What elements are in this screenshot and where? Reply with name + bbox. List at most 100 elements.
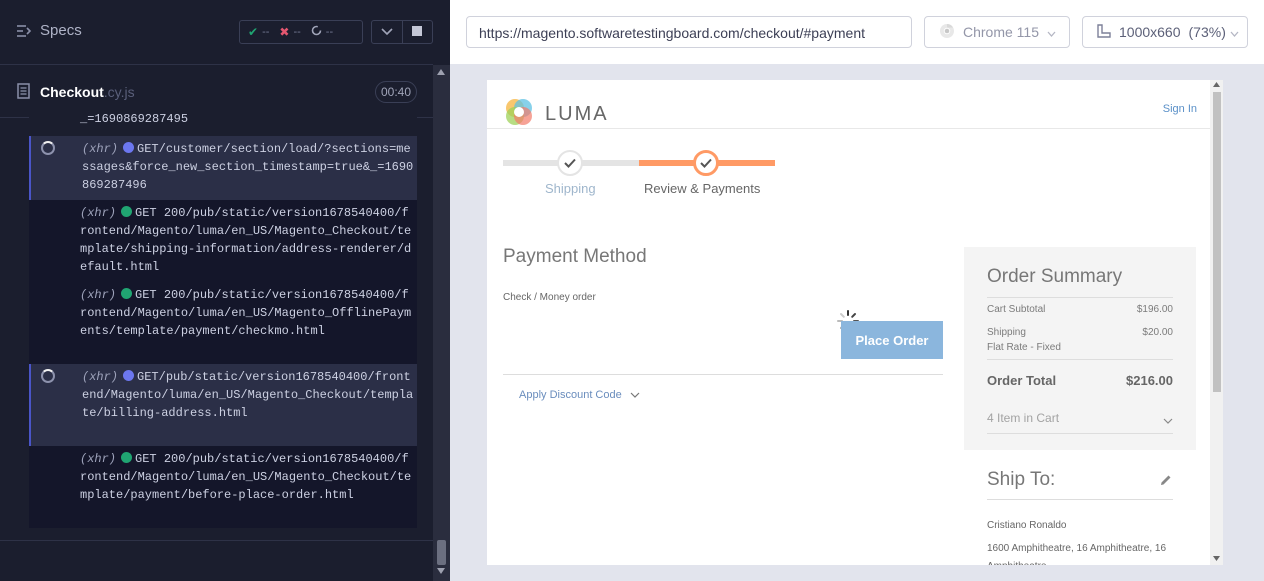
place-order-button[interactable]: Place Order xyxy=(841,321,943,359)
checkout-progress: Shipping Review & Payments xyxy=(503,148,783,198)
cart-subtotal-value: $196.00 xyxy=(1136,304,1173,315)
aut-scroll-thumb[interactable] xyxy=(1213,92,1221,392)
check-icon: ✔ xyxy=(248,25,259,39)
url-bar[interactable]: https://magento.softwaretestingboard.com… xyxy=(466,16,912,48)
failed-stat: ✖ -- xyxy=(279,25,300,39)
pending-stat: -- xyxy=(311,25,333,39)
viewport-label: 1000x660 xyxy=(1119,24,1181,40)
command-log: _=1690869287495 (xhr) GET/customer/sectio… xyxy=(29,110,417,528)
command-row[interactable]: (xhr) GET 200/pub/static/version167854040… xyxy=(29,446,417,528)
step-review-label: Review & Payments xyxy=(644,181,761,196)
step-shipping-label[interactable]: Shipping xyxy=(545,181,596,196)
summary-divider xyxy=(987,359,1173,360)
shipping-row: Shipping $20.00 xyxy=(987,327,1173,338)
browser-selector[interactable]: Chrome 115 xyxy=(924,16,1070,48)
log-fragment: _=1690869287495 xyxy=(80,112,189,126)
command-method: GET xyxy=(137,142,159,156)
payment-divider xyxy=(503,374,943,375)
command-text: (xhr) GET 200/pub/static/version167854040… xyxy=(80,204,415,276)
reporter-scroll-thumb[interactable] xyxy=(437,540,446,565)
step-review-marker xyxy=(693,150,719,176)
aut-iframe: LUMA Sign In Shipping Review & Payments … xyxy=(487,80,1223,565)
scroll-down-icon[interactable] xyxy=(437,568,445,574)
ship-to-divider xyxy=(987,499,1173,500)
chevron-down-icon xyxy=(1047,24,1056,40)
command-method: GET 200 xyxy=(135,452,186,466)
command-row[interactable]: (xhr) GET 200/pub/static/version167854040… xyxy=(29,200,417,282)
scroll-up-icon[interactable] xyxy=(1213,82,1220,87)
stop-button[interactable] xyxy=(401,21,432,43)
command-row[interactable]: (xhr) GET/customer/section/load/?sections… xyxy=(29,136,417,200)
app-under-test: https://magento.softwaretestingboard.com… xyxy=(450,0,1264,581)
x-icon: ✖ xyxy=(279,25,290,39)
summary-divider xyxy=(987,297,1173,298)
failed-count: -- xyxy=(293,26,301,38)
cart-subtotal-label: Cart Subtotal xyxy=(987,304,1046,315)
payment-method-title: Payment Method xyxy=(503,246,647,267)
shipping-method: Flat Rate - Fixed xyxy=(987,342,1061,353)
luma-logo-text: LUMA xyxy=(545,103,609,125)
command-row[interactable]: (xhr) GET/pub/static/version1678540400/fr… xyxy=(29,364,417,446)
ruler-icon xyxy=(1097,23,1111,41)
payment-option-label[interactable]: Check / Money order xyxy=(503,292,596,303)
shipping-label: Shipping xyxy=(987,327,1026,338)
command-url: /pub/static/version1678540400/frontend/M… xyxy=(80,206,412,274)
chevron-down-icon xyxy=(1163,413,1173,427)
order-total-row: Order Total $216.00 xyxy=(987,373,1173,388)
specs-button[interactable]: Specs xyxy=(16,22,82,39)
apply-discount-toggle[interactable]: Apply Discount Code xyxy=(519,389,640,401)
viewport-selector[interactable]: 1000x660 (73%) xyxy=(1082,16,1248,48)
shipping-method-row: Flat Rate - Fixed xyxy=(987,342,1173,353)
pencil-edit-icon[interactable] xyxy=(1160,473,1172,491)
command-method: GET xyxy=(137,370,159,384)
reporter-scrollbar[interactable] xyxy=(433,65,450,581)
cypress-reporter: Specs ✔ -- ✖ -- -- Checkout.cy.js 00:40 … xyxy=(0,0,450,581)
specs-list-icon xyxy=(16,24,32,38)
aut-scrollbar[interactable] xyxy=(1210,80,1223,565)
order-summary-title: Order Summary xyxy=(987,266,1123,287)
command-text: (xhr) GET/pub/static/version1678540400/fr… xyxy=(82,368,417,422)
ship-to-title: Ship To: xyxy=(987,469,1056,490)
run-controls xyxy=(371,20,433,44)
chevron-down-icon xyxy=(630,389,640,401)
command-text: (xhr) GET 200/pub/static/version167854040… xyxy=(80,286,415,340)
order-summary: Order Summary Cart Subtotal $196.00 Ship… xyxy=(964,247,1196,450)
items-in-cart-label: 4 Item in Cart xyxy=(987,411,1060,425)
sign-in-link[interactable]: Sign In xyxy=(1163,103,1197,115)
discount-label: Apply Discount Code xyxy=(519,389,622,401)
pending-count: -- xyxy=(325,26,334,38)
check-icon xyxy=(700,158,712,168)
browser-label: Chrome 115 xyxy=(963,24,1040,40)
status-dot-icon xyxy=(121,452,133,463)
status-dot-icon xyxy=(121,206,133,217)
file-icon xyxy=(17,83,30,104)
collapse-button[interactable] xyxy=(372,21,402,43)
stop-icon xyxy=(412,23,423,41)
spec-extension: .cy.js xyxy=(103,84,135,100)
status-dot-icon xyxy=(123,142,135,153)
step-shipping-marker xyxy=(557,150,583,176)
status-dot-icon xyxy=(121,288,133,299)
chevron-down-icon xyxy=(1230,24,1239,40)
order-total-label: Order Total xyxy=(987,373,1057,388)
chevron-down-icon xyxy=(381,23,393,41)
scroll-up-icon[interactable] xyxy=(437,69,445,75)
scroll-down-icon[interactable] xyxy=(1213,556,1220,561)
items-in-cart-toggle[interactable]: 4 Item in Cart xyxy=(987,411,1173,425)
spec-name: Checkout.cy.js xyxy=(40,84,135,100)
command-type: (xhr) xyxy=(80,206,117,220)
pending-circle-icon xyxy=(311,25,322,39)
ship-to-address: 1600 Amphitheatre, 16 Amphitheatre, 16 A… xyxy=(987,543,1167,565)
spec-name-text: Checkout xyxy=(40,84,104,100)
command-row[interactable]: (xhr) GET 200/pub/static/version167854040… xyxy=(29,282,417,364)
passed-stat: ✔ -- xyxy=(248,25,269,39)
command-text: (xhr) GET 200/pub/static/version167854040… xyxy=(80,450,415,504)
command-type: (xhr) xyxy=(82,142,119,156)
command-method: GET 200 xyxy=(135,288,186,302)
aut-header: https://magento.softwaretestingboard.com… xyxy=(450,0,1264,64)
chrome-icon xyxy=(939,23,955,42)
specs-label: Specs xyxy=(40,22,82,39)
command-method: GET 200 xyxy=(135,206,186,220)
command-type: (xhr) xyxy=(80,452,117,466)
summary-divider xyxy=(987,433,1173,434)
